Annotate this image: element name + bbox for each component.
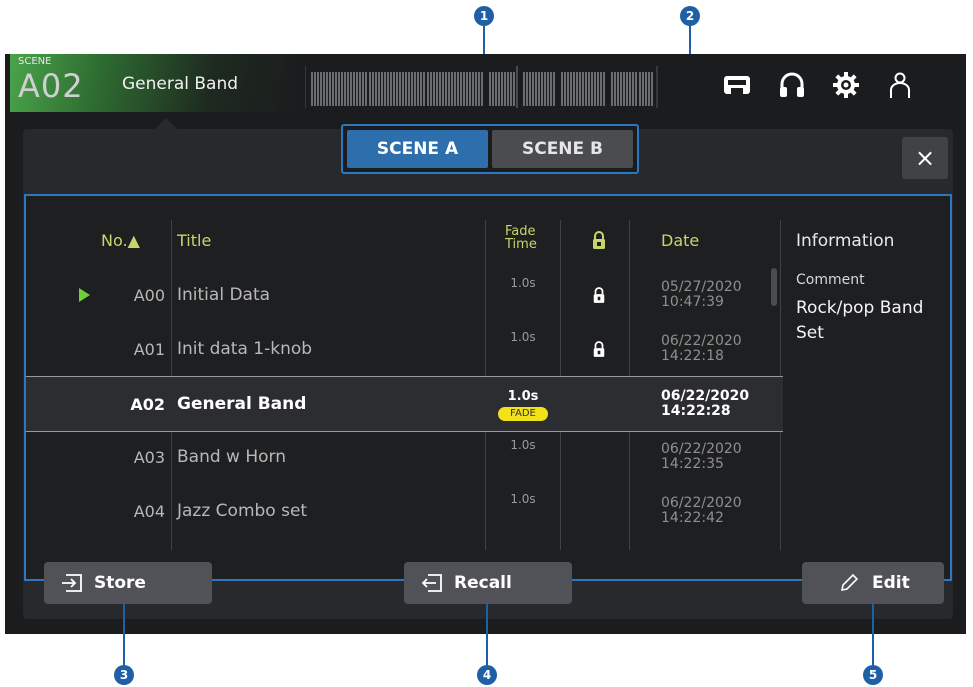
scene-date: 05/27/2020 10:47:39: [661, 280, 742, 310]
callout-5-line: [872, 604, 874, 666]
column-header-date[interactable]: Date: [661, 220, 781, 260]
current-scene-display[interactable]: SCENE A02 General Band: [10, 54, 295, 112]
scene-title: Initial Data: [177, 285, 271, 305]
close-button[interactable]: ×: [902, 137, 948, 179]
store-button[interactable]: Store: [44, 562, 212, 604]
scene-row[interactable]: A03 Band w Horn 1.0s 06/22/2020 14:22:35: [51, 430, 783, 484]
info-comment-text: Rock/pop Band Set: [796, 298, 924, 343]
scene-date-day: 06/22/2020: [661, 388, 750, 404]
callout-1: 1: [474, 6, 494, 26]
column-header-information: Information: [796, 231, 895, 251]
callout-5: 5: [863, 665, 883, 685]
scene-label: SCENE: [18, 56, 52, 67]
channel-meters: [305, 66, 658, 108]
gear-icon[interactable]: [831, 70, 861, 100]
scene-date: 06/22/2020 14:22:42: [661, 496, 742, 526]
scene-number: A04: [133, 502, 165, 521]
mixer-screen: SCENE A02 General Band SCENE A SCENE B ×…: [5, 54, 966, 634]
store-icon: [62, 574, 82, 592]
callout-4: 4: [477, 665, 497, 685]
tab-scene-b[interactable]: SCENE B: [492, 130, 633, 168]
edit-button[interactable]: Edit: [802, 562, 944, 604]
info-comment-label: Comment: [796, 272, 865, 288]
scene-date-time: 14:22:18: [661, 348, 724, 364]
scene-title: Init data 1-knob: [177, 339, 313, 359]
column-header-number[interactable]: No.▲: [101, 220, 171, 260]
callout-4-line: [486, 604, 488, 666]
scene-fade-time: 1.0s: [507, 389, 539, 404]
header-fade-line2: Time: [505, 237, 537, 252]
callout-2: 2: [680, 6, 700, 26]
scene-name: General Band: [122, 74, 239, 94]
headphones-icon[interactable]: [777, 70, 807, 100]
play-marker-icon: [79, 288, 90, 302]
scene-fade-time: 1.0s: [510, 492, 536, 506]
panel-pointer: [155, 118, 177, 129]
header-title-label: Title: [177, 231, 212, 250]
scene-title: Jazz Combo set: [177, 501, 308, 521]
scene-title: General Band: [177, 394, 307, 414]
callout-3: 3: [114, 665, 134, 685]
lock-icon[interactable]: [592, 286, 606, 304]
store-label: Store: [94, 573, 146, 593]
scene-number: A02: [18, 67, 84, 105]
scene-date-day: 06/22/2020: [661, 441, 742, 457]
scene-row[interactable]: A02 General Band 1.0s FADE 06/22/2020 14:22:2…: [26, 376, 783, 432]
scene-row[interactable]: A01 Init data 1-knob 1.0s 06/22/2020 14:22:1…: [51, 322, 783, 376]
fade-badge: FADE: [498, 407, 548, 421]
scene-date: 06/22/2020 14:22:18: [661, 334, 742, 364]
scrollbar[interactable]: [771, 268, 777, 306]
recall-icon: [421, 574, 442, 592]
scene-date-time: 14:22:42: [661, 510, 724, 526]
scene-fade-time: 1.0s: [510, 330, 536, 344]
scene-title: Band w Horn: [177, 447, 287, 467]
scene-bank-tabs: SCENE A SCENE B: [341, 124, 639, 174]
scene-date-time: 14:22:35: [661, 456, 724, 472]
scene-date: 06/22/2020 14:22:35: [661, 442, 742, 472]
recall-button[interactable]: Recall: [404, 562, 572, 604]
recall-label: Recall: [454, 573, 512, 593]
scene-date-time: 14:22:28: [661, 403, 731, 419]
scene-list: No.▲ Title Fade Time Date Information A0…: [24, 194, 952, 581]
header-lock-icon[interactable]: [591, 230, 607, 250]
user-icon[interactable]: [885, 70, 915, 100]
scene-number: A01: [133, 340, 165, 359]
scene-table: No.▲ Title Fade Time Date Information A0…: [26, 220, 954, 550]
scene-date-day: 06/22/2020: [661, 333, 742, 349]
scene-number: A02: [130, 395, 165, 414]
scene-memory-icon[interactable]: [721, 70, 753, 100]
header-date-label: Date: [661, 231, 700, 250]
lock-icon[interactable]: [592, 340, 606, 358]
scene-date-day: 05/27/2020: [661, 279, 742, 295]
header-number-label: No.▲: [101, 231, 140, 250]
column-header-fade-time[interactable]: Fade Time: [485, 220, 555, 260]
pencil-icon: [840, 573, 859, 592]
scene-date: 06/22/2020 14:22:28: [661, 389, 749, 419]
column-header-title[interactable]: Title: [177, 220, 477, 260]
scene-fade-time: 1.0s: [510, 438, 536, 452]
scene-fade-time: 1.0s: [510, 276, 536, 290]
scene-row[interactable]: A00 Initial Data 1.0s 05/27/2020 10:47:39: [51, 268, 783, 322]
scene-date-time: 10:47:39: [661, 294, 724, 310]
tab-scene-a[interactable]: SCENE A: [347, 130, 488, 168]
scene-date-day: 06/22/2020: [661, 495, 742, 511]
scene-number: A00: [133, 286, 165, 305]
scene-row[interactable]: A04 Jazz Combo set 1.0s 06/22/2020 14:22:42: [51, 484, 783, 538]
callout-3-line: [123, 604, 125, 666]
scene-number: A03: [133, 448, 165, 467]
edit-label: Edit: [872, 573, 910, 593]
